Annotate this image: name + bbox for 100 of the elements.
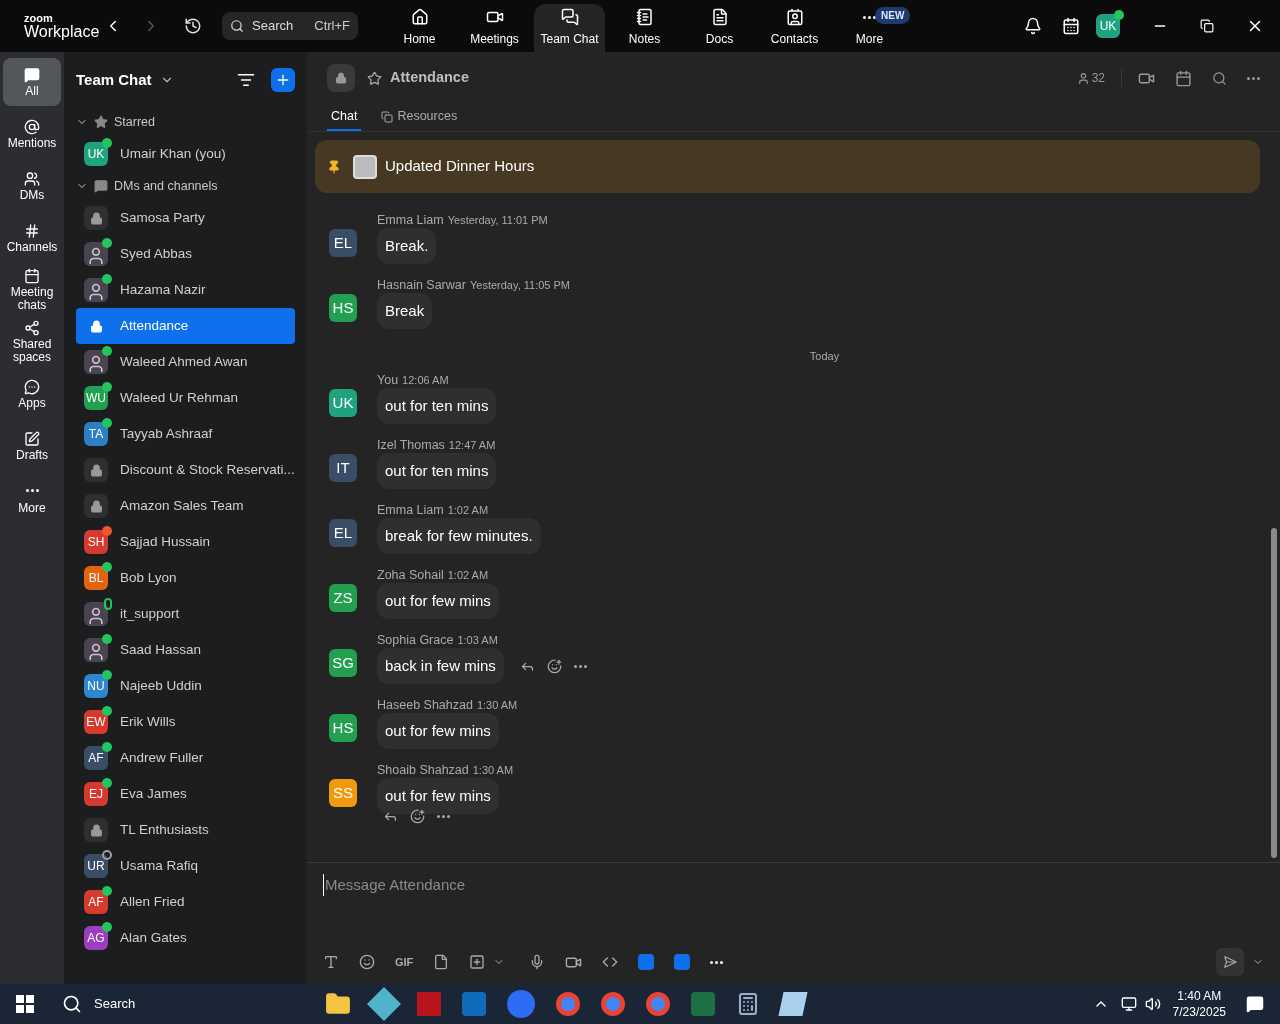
- lock-icon: [84, 458, 108, 482]
- app-icon[interactable]: [462, 992, 487, 1016]
- avatar: IT: [329, 454, 357, 482]
- folder-icon[interactable]: [325, 991, 352, 1017]
- more-icon[interactable]: [863, 15, 876, 19]
- conversation-item[interactable]: NU Najeeb Uddin: [76, 668, 295, 704]
- avatar: UK: [329, 389, 357, 417]
- conversation-item[interactable]: Attendance: [76, 308, 295, 344]
- section-header[interactable]: Starred: [76, 108, 155, 136]
- message-input[interactable]: Message Attendance: [323, 875, 1264, 895]
- conversation-item[interactable]: Amazon Sales Team: [76, 488, 295, 524]
- emoji-icon[interactable]: [410, 808, 425, 824]
- rail-item[interactable]: Mentions: [3, 110, 61, 158]
- message-time: 1:02 AM: [447, 503, 489, 518]
- browser-icon[interactable]: [556, 992, 581, 1016]
- nav-tab[interactable]: Docs: [684, 4, 755, 52]
- notepad-icon[interactable]: [778, 992, 808, 1016]
- conversation-item[interactable]: AG Alan Gates: [76, 920, 295, 956]
- avatar: EJ: [84, 782, 108, 806]
- conversation-item[interactable]: EJ Eva James: [76, 776, 295, 812]
- start-icon[interactable]: [16, 995, 34, 1013]
- rail-item[interactable]: Meeting chats: [3, 266, 61, 314]
- browser-icon[interactable]: [601, 992, 626, 1016]
- screenshot-icon[interactable]: [469, 954, 486, 970]
- conversation-item[interactable]: BL Bob Lyon: [76, 560, 295, 596]
- emoji-icon[interactable]: [546, 658, 562, 674]
- volume-icon[interactable]: [1144, 996, 1161, 1012]
- avatar: EL: [329, 229, 357, 257]
- rail-item[interactable]: Channels: [3, 214, 61, 262]
- more-icon[interactable]: [710, 960, 724, 964]
- avatar: SG: [329, 649, 357, 677]
- code-icon[interactable]: [602, 954, 619, 970]
- app-icon[interactable]: [674, 954, 691, 970]
- message-time: 12:06 AM: [402, 373, 449, 388]
- format-icon[interactable]: [323, 954, 339, 970]
- notes-icon: [635, 8, 654, 26]
- notification-icon[interactable]: [1024, 17, 1042, 35]
- conversation-item[interactable]: EW Erik Wills: [76, 704, 295, 740]
- conversation-item[interactable]: TA Tayyab Ashraaf: [76, 416, 295, 452]
- message-bubble: break for few minutes.: [377, 518, 541, 554]
- emoji-icon[interactable]: [359, 954, 375, 970]
- conversation-item[interactable]: SH Sajjad Hussain: [76, 524, 295, 560]
- network-icon[interactable]: [1120, 996, 1137, 1012]
- star-icon: [94, 115, 108, 129]
- sender-name: Hasnain Sarwar: [377, 277, 466, 294]
- rail-item[interactable]: Apps: [3, 370, 61, 418]
- conversation-item[interactable]: AF Andrew Fuller: [76, 740, 295, 776]
- taskbar-search[interactable]: Search: [62, 994, 136, 1014]
- new-chat-button[interactable]: [271, 68, 295, 92]
- gif-button[interactable]: GIF: [395, 953, 414, 971]
- browser-icon[interactable]: [646, 992, 671, 1016]
- nav-tab[interactable]: Team Chat: [534, 4, 605, 52]
- send-button[interactable]: [1216, 948, 1244, 976]
- more-icon[interactable]: [573, 664, 587, 668]
- conversation-item[interactable]: UK Umair Khan (you): [76, 136, 295, 172]
- conversation-item[interactable]: WU Waleed Ur Rehman: [76, 380, 295, 416]
- file-icon[interactable]: [433, 954, 450, 970]
- conversation-item[interactable]: Hazama Nazir: [76, 272, 295, 308]
- conversation-item[interactable]: Syed Abbas: [76, 236, 295, 272]
- history-icon[interactable]: [184, 17, 202, 35]
- conversation-item[interactable]: Samosa Party: [76, 200, 295, 236]
- restore-icon[interactable]: [1200, 19, 1214, 33]
- more-icon[interactable]: [437, 814, 450, 818]
- more-icon[interactable]: [25, 489, 39, 492]
- pinned-banner[interactable]: Updated Dinner Hours: [315, 140, 1260, 193]
- scrollbar-thumb[interactable]: [1271, 528, 1277, 858]
- rail-item[interactable]: DMs: [3, 162, 61, 210]
- star-icon[interactable]: [367, 70, 382, 86]
- conversation-item[interactable]: TL Enthusiasts: [76, 812, 295, 848]
- nav-tab[interactable]: Notes: [609, 4, 680, 52]
- conversation-item[interactable]: AF Allen Fried: [76, 884, 295, 920]
- spreadsheet-icon[interactable]: [691, 992, 716, 1016]
- rail-item[interactable]: Drafts: [3, 422, 61, 470]
- avatar-icon: [84, 278, 108, 302]
- nav-tab[interactable]: Home: [384, 4, 455, 52]
- nav-tab[interactable]: Contacts: [759, 4, 830, 52]
- new-badge: NEW: [875, 7, 911, 24]
- conversation-item[interactable]: Waleed Ahmed Awan: [76, 344, 295, 380]
- notifications-icon[interactable]: [1246, 995, 1264, 1013]
- members-button[interactable]: 32: [1076, 69, 1122, 87]
- app-icon[interactable]: [507, 990, 536, 1018]
- avatar: AG: [84, 926, 108, 950]
- filter-icon[interactable]: [237, 71, 255, 89]
- nav-tab[interactable]: Meetings: [459, 4, 530, 52]
- rail-item[interactable]: All: [3, 58, 61, 106]
- conversation-item[interactable]: UR Usama Rafiq: [76, 848, 295, 884]
- search-field[interactable]: Search: [252, 16, 294, 36]
- conversation-item[interactable]: Discount & Stock Reservati...: [76, 452, 295, 488]
- calendar-icon[interactable]: [1062, 17, 1080, 35]
- conversation-item[interactable]: Saad Hassan: [76, 632, 295, 668]
- rail-item[interactable]: Shared spaces: [3, 318, 61, 366]
- channel-tab[interactable]: Chat: [327, 104, 362, 131]
- channel-tab[interactable]: Resources: [377, 104, 462, 131]
- message-time: Yesterday, 11:01 PM: [447, 213, 548, 228]
- rail-item[interactable]: More: [3, 474, 61, 522]
- search-icon[interactable]: [1212, 70, 1227, 86]
- app-icon[interactable]: [638, 954, 655, 970]
- conversation-item[interactable]: it_support: [76, 596, 295, 632]
- section-header[interactable]: DMs and channels: [76, 172, 218, 200]
- contact-icon: [785, 8, 804, 26]
